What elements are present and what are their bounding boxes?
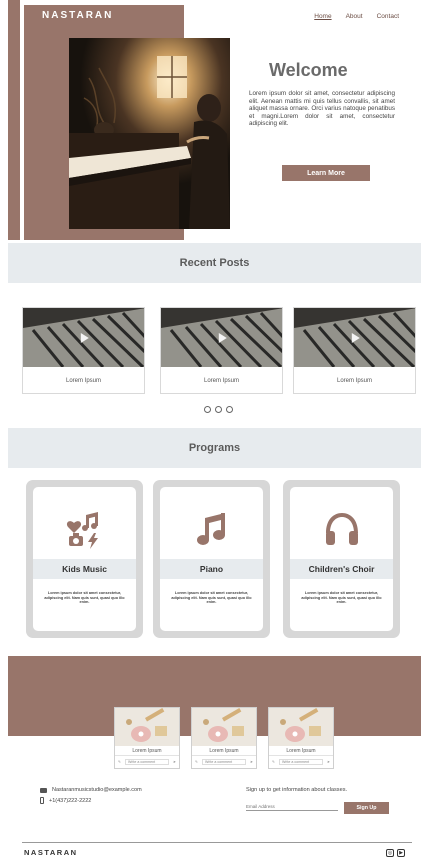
phone-icon (40, 797, 44, 804)
send-icon[interactable]: ➤ (327, 760, 330, 764)
program-card-childrens-choir[interactable]: Children's Choir Lorem ipsum dolor sit a… (283, 480, 400, 638)
mail-icon (40, 787, 47, 793)
send-icon[interactable]: ➤ (250, 760, 253, 764)
carousel-dots (204, 406, 233, 413)
contact-phone-row: +1(437)222-2222 (40, 797, 91, 804)
youtube-icon[interactable]: ▶ (397, 849, 405, 857)
site-logo[interactable]: NASTARAN (42, 10, 113, 21)
contact-phone[interactable]: +1(437)222-2222 (49, 798, 91, 804)
contact-email[interactable]: Nastaranmusicstudio@example.com (52, 787, 142, 793)
carousel-dot[interactable] (204, 406, 211, 413)
program-description: Lorem ipsum dolor sit amet consectetur, … (301, 591, 382, 605)
hero-description: Lorem ipsum dolor sit amet, consectetur … (249, 90, 395, 128)
comment-icon[interactable]: ✎ (118, 760, 121, 764)
gallery-card-title: Lorem Ipsum (269, 746, 333, 756)
music-note-icon (160, 509, 263, 549)
carousel-dot[interactable] (226, 406, 233, 413)
post-title: Lorem Ipsum (65, 377, 101, 384)
post-piano-thumbnail (23, 308, 144, 367)
programs-heading: Programs (8, 428, 421, 468)
gallery-card-title: Lorem Ipsum (192, 746, 256, 756)
hero-title: Welcome (269, 60, 348, 80)
program-description: Lorem ipsum dolor sit amet consectetur, … (171, 591, 252, 605)
nav-contact[interactable]: Contact (377, 13, 399, 20)
program-card-piano[interactable]: Piano Lorem ipsum dolor sit amet consect… (153, 480, 270, 638)
post-card[interactable]: Lorem Ipsum (22, 307, 145, 394)
comment-input[interactable]: Write a comment (279, 759, 323, 765)
carousel-dot[interactable] (215, 406, 222, 413)
play-icon[interactable] (218, 332, 227, 343)
play-icon[interactable] (80, 332, 89, 343)
comment-icon[interactable]: ✎ (195, 760, 198, 764)
post-piano-thumbnail (294, 308, 415, 367)
gallery-card[interactable]: Lorem Ipsum ✎ Write a comment ➤ (114, 707, 180, 769)
program-description: Lorem ipsum dolor sit amet consectetur, … (44, 591, 125, 605)
learn-more-button[interactable]: Learn More (282, 165, 370, 181)
contact-email-row: Nastaranmusicstudio@example.com (40, 787, 142, 793)
kids-music-icon (33, 509, 136, 549)
hero-side-stripe (8, 0, 20, 240)
nav-home[interactable]: Home (314, 13, 331, 20)
sign-up-button[interactable]: Sign Up (344, 802, 389, 814)
main-nav: Home About Contact (314, 13, 399, 20)
program-title: Kids Music (33, 559, 136, 579)
gallery-instruments-photo (269, 708, 333, 746)
comment-input[interactable]: Write a comment (202, 759, 246, 765)
post-card[interactable]: Lorem Ipsum (160, 307, 283, 394)
post-card[interactable]: Lorem Ipsum (293, 307, 416, 394)
gallery-instruments-photo (192, 708, 256, 746)
program-title: Piano (160, 559, 263, 579)
signup-prompt: Sign up to get information about classes… (246, 787, 348, 793)
program-title: Children's Choir (290, 559, 393, 579)
footer-logo[interactable]: NASTARAN (24, 848, 78, 857)
gallery-card-title: Lorem Ipsum (115, 746, 179, 756)
comment-input[interactable]: Write a comment (125, 759, 169, 765)
hero-piano-photo (69, 38, 230, 229)
gallery-card[interactable]: Lorem Ipsum ✎ Write a comment ➤ (191, 707, 257, 769)
play-icon[interactable] (351, 332, 360, 343)
gallery-instruments-photo (115, 708, 179, 746)
headphones-icon (290, 509, 393, 549)
send-icon[interactable]: ➤ (173, 760, 176, 764)
nav-about[interactable]: About (346, 13, 363, 20)
comment-icon[interactable]: ✎ (272, 760, 275, 764)
post-title: Lorem Ipsum (203, 377, 239, 384)
email-field[interactable] (246, 802, 338, 811)
post-piano-thumbnail (161, 308, 282, 367)
post-title: Lorem Ipsum (336, 377, 372, 384)
gallery-card[interactable]: Lorem Ipsum ✎ Write a comment ➤ (268, 707, 334, 769)
footer-divider (22, 842, 412, 843)
instagram-icon[interactable]: ◎ (386, 849, 394, 857)
program-card-kids-music[interactable]: Kids Music Lorem ipsum dolor sit amet co… (26, 480, 143, 638)
recent-posts-heading: Recent Posts (8, 243, 421, 283)
